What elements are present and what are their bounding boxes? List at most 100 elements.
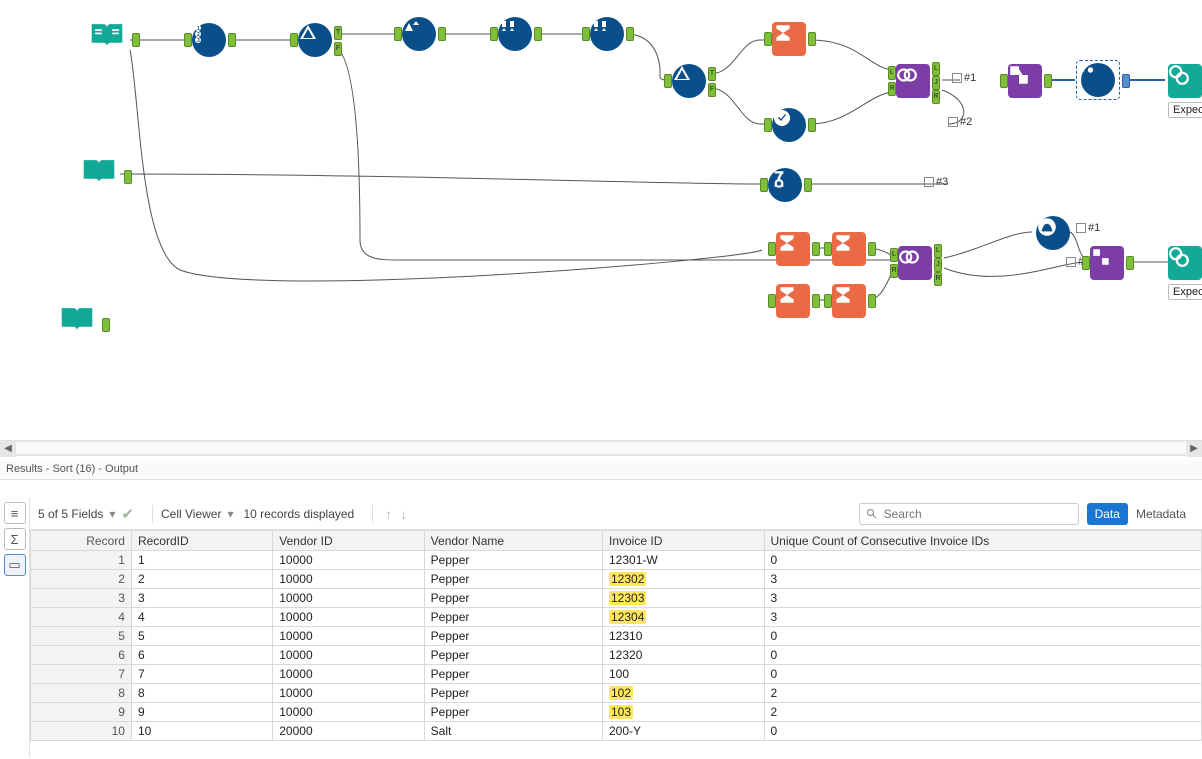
table-row[interactable]: 1110000Pepper12301-W0: [31, 551, 1202, 570]
col-recordid[interactable]: RecordID: [131, 531, 272, 551]
input-anchor[interactable]: [768, 294, 776, 308]
input-anchor[interactable]: [1000, 74, 1008, 88]
cell-vendorname[interactable]: Pepper: [424, 703, 602, 722]
select-tool[interactable]: [772, 108, 806, 142]
browse-tool-2[interactable]: [1168, 246, 1202, 280]
input-anchor[interactable]: [394, 27, 402, 41]
table-row[interactable]: 7710000Pepper1000: [31, 665, 1202, 684]
cell-vendorid[interactable]: 10000: [273, 551, 424, 570]
true-anchor[interactable]: T: [708, 67, 716, 81]
table-row[interactable]: 3310000Pepper123033: [31, 589, 1202, 608]
cell-invoiceid[interactable]: 103: [603, 703, 765, 722]
scroll-track[interactable]: [16, 443, 1186, 453]
cell-unique[interactable]: 0: [764, 551, 1201, 570]
cell-recordid[interactable]: 10: [131, 722, 272, 741]
record-id-tool[interactable]: 123: [192, 23, 226, 57]
output-anchor[interactable]: [1126, 256, 1134, 270]
cell-recordid[interactable]: 1: [131, 551, 272, 570]
cell-invoiceid[interactable]: 100: [603, 665, 765, 684]
col-invoiceid[interactable]: Invoice ID: [603, 531, 765, 551]
cell-vendorid[interactable]: 10000: [273, 608, 424, 627]
multi-row-tool-1[interactable]: [498, 17, 532, 51]
cell-unique[interactable]: 0: [764, 627, 1201, 646]
cell-invoiceid[interactable]: 12304: [603, 608, 765, 627]
input-anchor[interactable]: [764, 118, 772, 132]
table-row[interactable]: 101020000Salt200-Y0: [31, 722, 1202, 741]
scroll-left-arrow[interactable]: ◀: [0, 441, 16, 457]
input-anchor[interactable]: [760, 178, 768, 192]
join-tool-2[interactable]: [898, 246, 932, 280]
cell-unique[interactable]: 3: [764, 589, 1201, 608]
cell-recordid[interactable]: 7: [131, 665, 272, 684]
right-anchor[interactable]: R: [890, 264, 898, 278]
cell-invoiceid[interactable]: 102: [603, 684, 765, 703]
cell-invoiceid[interactable]: 12301-W: [603, 551, 765, 570]
fields-dropdown[interactable]: 5 of 5 Fields▾ ✔: [38, 505, 134, 523]
output-anchor[interactable]: [1122, 74, 1130, 88]
cell-recordid[interactable]: 4: [131, 608, 272, 627]
l-output[interactable]: L: [932, 62, 940, 76]
cell-recordid[interactable]: 2: [131, 570, 272, 589]
cell-vendorid[interactable]: 10000: [273, 684, 424, 703]
input-anchor[interactable]: [290, 33, 298, 47]
cell-unique[interactable]: 0: [764, 665, 1201, 684]
cell-vendorid[interactable]: 20000: [273, 722, 424, 741]
table-row[interactable]: 4410000Pepper123043: [31, 608, 1202, 627]
output-anchor[interactable]: [868, 294, 876, 308]
false-anchor[interactable]: F: [708, 83, 716, 97]
input-anchor[interactable]: [764, 32, 772, 46]
col-vendorname[interactable]: Vendor Name: [424, 531, 602, 551]
dynamic-replace-tool-2[interactable]: [1090, 246, 1124, 280]
metadata-tab-button[interactable]: Metadata: [1128, 503, 1194, 525]
input-data-tool-3[interactable]: [60, 306, 100, 342]
dynamic-replace-tool[interactable]: [1008, 64, 1042, 98]
output-anchor[interactable]: [124, 170, 132, 184]
output-anchor[interactable]: [808, 118, 816, 132]
nav-down-button[interactable]: ↓: [396, 504, 411, 524]
cell-vendorname[interactable]: Pepper: [424, 551, 602, 570]
browse-tool-1[interactable]: [1168, 64, 1202, 98]
col-unique[interactable]: Unique Count of Consecutive Invoice IDs: [764, 531, 1201, 551]
input-anchor[interactable]: [824, 242, 832, 256]
cell-unique[interactable]: 2: [764, 703, 1201, 722]
cell-vendorname[interactable]: Pepper: [424, 589, 602, 608]
summarize-tool-2[interactable]: [776, 232, 810, 266]
multi-row-tool-2[interactable]: [590, 17, 624, 51]
r-output[interactable]: R: [932, 90, 940, 104]
formula-tool[interactable]: [768, 168, 802, 202]
side-tab-messages[interactable]: ≡: [4, 502, 26, 524]
output-anchor[interactable]: [868, 242, 876, 256]
filter-tool-1[interactable]: [298, 23, 332, 57]
cell-vendorname[interactable]: Pepper: [424, 665, 602, 684]
cell-invoiceid[interactable]: 12320: [603, 646, 765, 665]
data-tab-button[interactable]: Data: [1087, 503, 1128, 525]
false-anchor[interactable]: F: [334, 42, 342, 56]
cell-vendorid[interactable]: 10000: [273, 665, 424, 684]
left-anchor[interactable]: L: [888, 66, 896, 80]
cell-vendorname[interactable]: Pepper: [424, 608, 602, 627]
cell-recordid[interactable]: 5: [131, 627, 272, 646]
j-output[interactable]: J: [932, 76, 940, 90]
canvas-horizontal-scrollbar[interactable]: ◀ ▶: [0, 440, 1202, 456]
summarize-tool-5[interactable]: [832, 232, 866, 266]
table-row[interactable]: 8810000Pepper1022: [31, 684, 1202, 703]
input-anchor[interactable]: [582, 27, 590, 41]
scroll-right-arrow[interactable]: ▶: [1186, 441, 1202, 457]
cell-vendorname[interactable]: Salt: [424, 722, 602, 741]
cell-vendorid[interactable]: 10000: [273, 703, 424, 722]
cell-unique[interactable]: 0: [764, 646, 1201, 665]
output-anchor[interactable]: [228, 33, 236, 47]
cell-vendorname[interactable]: Pepper: [424, 570, 602, 589]
cell-vendorid[interactable]: 10000: [273, 627, 424, 646]
left-anchor[interactable]: L: [890, 248, 898, 262]
r-output[interactable]: R: [934, 272, 942, 286]
right-anchor[interactable]: R: [888, 82, 896, 96]
cell-unique[interactable]: 3: [764, 570, 1201, 589]
cell-recordid[interactable]: 9: [131, 703, 272, 722]
search-field[interactable]: [882, 506, 1072, 522]
j-output[interactable]: J: [934, 258, 942, 272]
l-output[interactable]: L: [934, 244, 942, 258]
true-anchor[interactable]: T: [334, 26, 342, 40]
cell-recordid[interactable]: 6: [131, 646, 272, 665]
summarize-tool-3[interactable]: [776, 284, 810, 318]
